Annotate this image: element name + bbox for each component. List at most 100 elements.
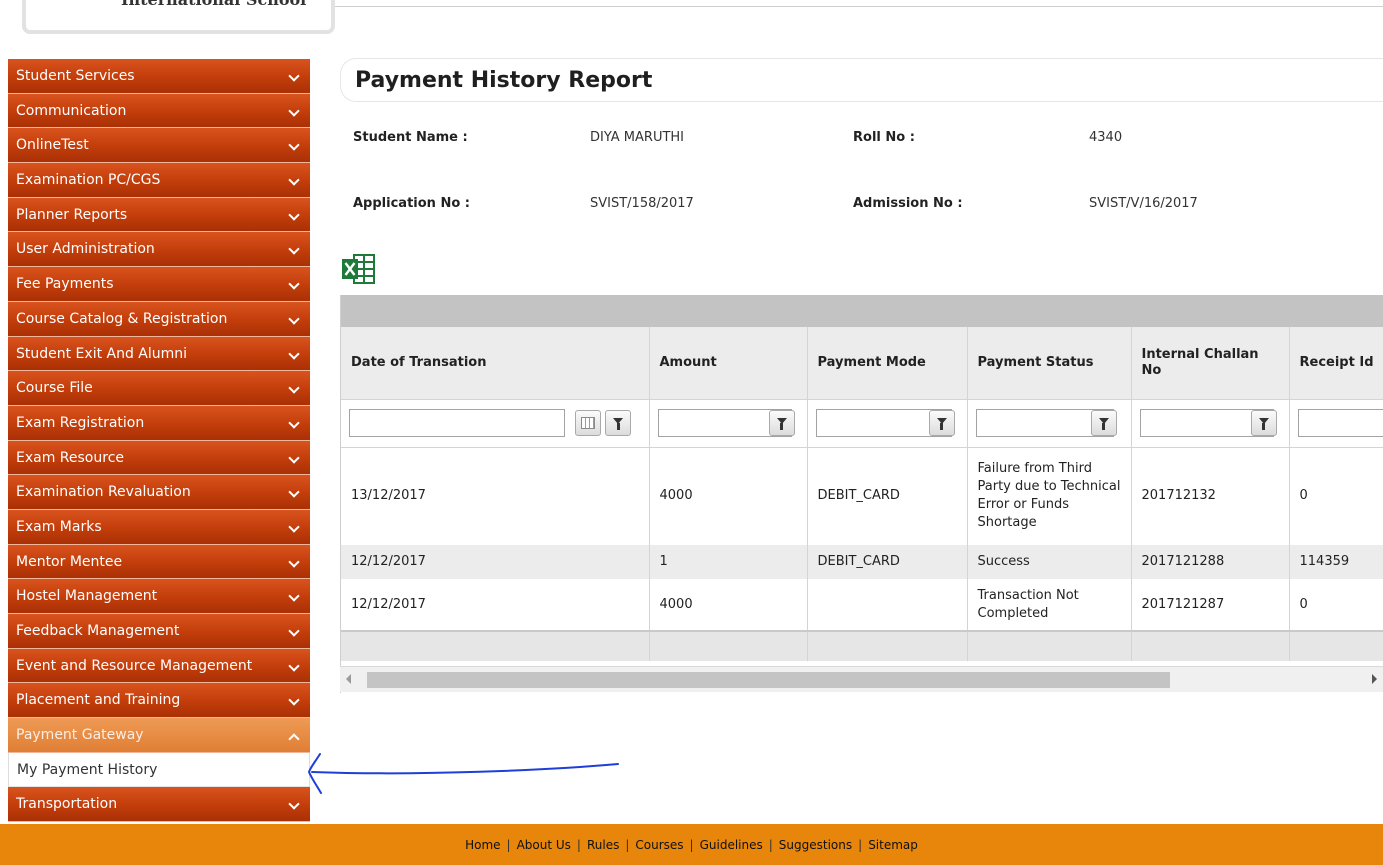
cell-payment-status: Success	[967, 545, 1132, 579]
sidebar-item-label: Course Catalog & Registration	[16, 310, 228, 327]
footer-separator: |	[506, 837, 511, 852]
footer-separator: |	[625, 837, 630, 852]
sidebar-item-label: Payment Gateway	[16, 727, 144, 744]
filter-icon	[1258, 418, 1269, 430]
payment-mode-filter-button[interactable]	[928, 410, 955, 436]
sidebar-item-course-catalog[interactable]: Course Catalog & Registration	[8, 301, 310, 337]
application-no-value: SVIST/158/2017	[590, 196, 694, 211]
payment-table: Date of Transation Amount Payment Mode P…	[341, 327, 1383, 661]
sidebar-item-label: Planner Reports	[16, 206, 128, 223]
chevron-down-icon	[288, 105, 300, 117]
sidebar-item-user-administration[interactable]: User Administration	[8, 232, 310, 268]
horizontal-scrollbar[interactable]	[340, 666, 1383, 692]
sidebar-item-label: Exam Registration	[16, 414, 145, 431]
calendar-button[interactable]	[575, 410, 601, 436]
table-header-row: Date of Transation Amount Payment Mode P…	[341, 327, 1383, 400]
footer-link-home[interactable]: Home	[465, 838, 500, 852]
sidebar-item-label: OnlineTest	[16, 137, 89, 154]
sidebar-item-payment-gateway[interactable]: Payment Gateway	[8, 718, 310, 753]
column-header-receipt-id[interactable]: Receipt Id	[1289, 327, 1383, 400]
chevron-down-icon	[288, 486, 300, 498]
filter-icon	[936, 418, 947, 430]
chevron-down-icon	[288, 660, 300, 672]
chevron-down-icon	[288, 694, 300, 707]
column-header-payment-mode[interactable]: Payment Mode	[807, 327, 968, 400]
sidebar-item-event-resource-management[interactable]: Event and Resource Management	[8, 648, 310, 684]
chevron-down-icon	[288, 278, 300, 290]
chevron-down-icon	[288, 451, 300, 464]
chevron-down-icon	[288, 243, 300, 256]
sidebar-item-examination-pc-cgs[interactable]: Examination PC/CGS	[8, 163, 310, 198]
filter-icon	[1098, 418, 1109, 430]
footer-separator: |	[576, 837, 581, 852]
cell-amount: 4000	[649, 579, 808, 631]
table-row[interactable]: 12/12/2017 1 DEBIT_CARD Success 20171212…	[341, 545, 1383, 579]
date-filter-input[interactable]	[349, 409, 565, 437]
footer-link-suggestions[interactable]: Suggestions	[779, 838, 852, 852]
footer-link-about[interactable]: About Us	[517, 838, 571, 852]
sidebar-item-communication[interactable]: Communication	[8, 93, 310, 129]
school-logo: International School	[22, 0, 335, 34]
sidebar-item-feedback-management[interactable]: Feedback Management	[8, 614, 310, 649]
sidebar-item-exam-marks[interactable]: Exam Marks	[8, 509, 310, 545]
sidebar-subitem-my-payment-history[interactable]: My Payment History	[8, 752, 310, 788]
sidebar-item-label: Examination Revaluation	[16, 484, 191, 501]
date-filter-button[interactable]	[605, 410, 631, 436]
scroll-right-arrow-icon[interactable]	[1372, 674, 1377, 684]
sidebar-item-placement-training[interactable]: Placement and Training	[8, 683, 310, 719]
chevron-down-icon	[288, 313, 300, 325]
sidebar-item-examination-revaluation[interactable]: Examination Revaluation	[8, 475, 310, 510]
footer-link-guidelines[interactable]: Guidelines	[700, 838, 763, 852]
receipt-filter-input[interactable]	[1297, 409, 1383, 437]
sidebar-item-label: Student Services	[16, 68, 135, 84]
sidebar-item-student-services[interactable]: Student Services	[8, 59, 310, 94]
sidebar-item-fee-payments[interactable]: Fee Payments	[8, 267, 310, 302]
chevron-down-icon	[288, 70, 300, 82]
sidebar-item-exam-registration[interactable]: Exam Registration	[8, 405, 310, 441]
footer-separator: |	[768, 837, 773, 852]
sidebar-item-label: User Administration	[16, 241, 155, 258]
sidebar-item-transportation[interactable]: Transportation	[8, 787, 310, 823]
excel-icon[interactable]	[340, 252, 378, 286]
table-row[interactable]: 13/12/2017 4000 DEBIT_CARD Failure from …	[341, 447, 1383, 545]
sidebar-item-onlinetest[interactable]: OnlineTest	[8, 128, 310, 164]
sidebar-item-label: Mentor Mentee	[16, 553, 123, 570]
footer-link-courses[interactable]: Courses	[635, 838, 683, 852]
footer-link-rules[interactable]: Rules	[587, 838, 619, 852]
sidebar-item-student-exit[interactable]: Student Exit And Alumni	[8, 336, 310, 372]
chevron-down-icon	[288, 625, 300, 637]
chevron-down-icon	[288, 209, 300, 221]
amount-filter-button[interactable]	[768, 410, 795, 436]
column-header-payment-status[interactable]: Payment Status	[967, 327, 1132, 400]
column-header-internal-challan[interactable]: Internal Challan No	[1131, 327, 1290, 400]
chevron-down-icon	[288, 417, 300, 429]
footer-link-sitemap[interactable]: Sitemap	[868, 838, 918, 852]
chevron-down-icon	[288, 382, 300, 394]
payment-status-filter-button[interactable]	[1090, 410, 1117, 436]
scroll-left-arrow-icon[interactable]	[346, 674, 351, 684]
sidebar-item-hostel-management[interactable]: Hostel Management	[8, 579, 310, 614]
cell-payment-mode: DEBIT_CARD	[807, 545, 968, 579]
table-row[interactable]: 12/12/2017 4000 Transaction Not Complete…	[341, 579, 1383, 631]
sidebar-item-course-file[interactable]: Course File	[8, 371, 310, 406]
column-header-date[interactable]: Date of Transation	[341, 327, 650, 400]
header-divider	[335, 6, 1383, 7]
cell-receipt-id: 0	[1289, 579, 1383, 631]
application-no-label: Application No :	[353, 196, 470, 211]
sidebar-item-label: Hostel Management	[16, 588, 158, 605]
payment-history-grid: Date of Transation Amount Payment Mode P…	[340, 295, 1383, 693]
sidebar-item-label: Examination PC/CGS	[16, 172, 161, 189]
chevron-down-icon	[288, 555, 300, 568]
logo-text: International School	[121, 0, 306, 9]
sidebar-item-label: Course File	[16, 380, 93, 397]
sidebar-item-exam-resource[interactable]: Exam Resource	[8, 440, 310, 476]
challan-filter-button[interactable]	[1250, 410, 1277, 436]
column-header-amount[interactable]: Amount	[649, 327, 808, 400]
sidebar-item-label: Placement and Training	[16, 692, 181, 709]
scroll-thumb[interactable]	[367, 672, 1170, 688]
annotation-arrow	[307, 753, 619, 794]
filter-icon	[776, 418, 787, 430]
sidebar-item-mentor-mentee[interactable]: Mentor Mentee	[8, 544, 310, 580]
sidebar-item-planner-reports[interactable]: Planner Reports	[8, 197, 310, 233]
roll-no-value: 4340	[1089, 130, 1123, 145]
